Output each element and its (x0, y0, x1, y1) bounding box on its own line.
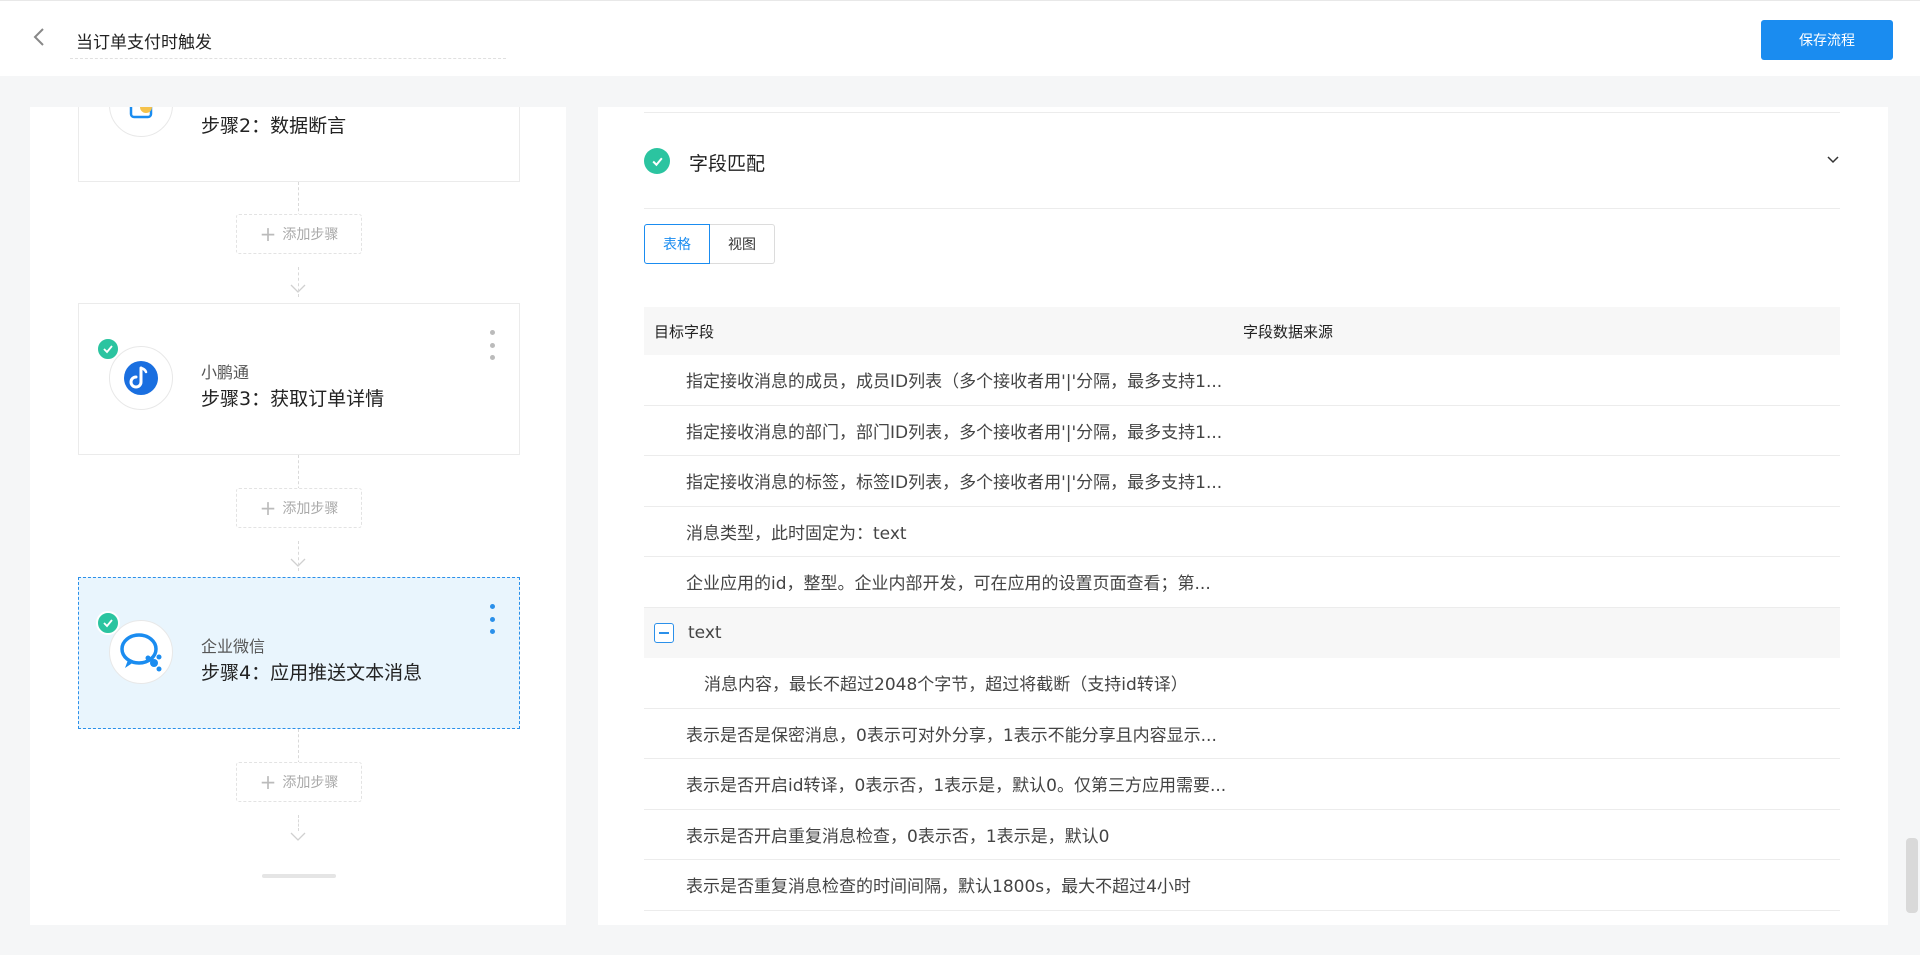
flow-title-input[interactable] (70, 23, 506, 59)
more-options-icon[interactable] (487, 604, 497, 634)
row-label: 表示是否开启id转译，0表示否，1表示是，默认0。仅第三方应用需要... (686, 776, 1227, 797)
flow-canvas: 步骤2：数据断言 + 添加步骤 小鹏通 步骤3：获取订单详情 + 添加步骤 企业… (30, 107, 566, 925)
step-app-name: 小鹏通 (201, 363, 250, 382)
step-name: 步骤4：应用推送文本消息 (201, 662, 423, 684)
top-bar: 保存流程 (0, 0, 1920, 76)
table-row[interactable]: 企业应用的id，整型。企业内部开发，可在应用的设置页面查看；第... (644, 557, 1840, 608)
view-mode-toggle: 表格 视图 (644, 224, 775, 264)
scroll-indicator[interactable] (262, 874, 336, 878)
row-label: 指定接收消息的部门，部门ID列表，多个接收者用'|'分隔，最多支持1... (686, 422, 1223, 443)
more-options-icon[interactable] (487, 330, 497, 360)
column-header-data-source: 字段数据来源 (1243, 322, 1334, 341)
row-label: 指定接收消息的成员，成员ID列表（多个接收者用'|'分隔，最多支持1... (686, 372, 1223, 393)
wecom-icon (120, 633, 162, 672)
step-app-name: 企业微信 (201, 637, 266, 656)
row-label: 消息类型，此时固定为：text (686, 523, 907, 544)
step-icon (109, 107, 173, 137)
add-step-button[interactable]: + 添加步骤 (236, 488, 362, 528)
row-label: 表示是否是保密消息，0表示可对外分享，1表示不能分享且内容显示... (686, 725, 1217, 746)
step-card-3[interactable]: 小鹏通 步骤3：获取订单详情 (78, 303, 520, 455)
connector-line (298, 541, 299, 571)
column-header-target-field: 目标字段 (654, 322, 715, 341)
add-step-label: 添加步骤 (282, 501, 339, 517)
field-mapping-table: 目标字段 字段数据来源 指定接收消息的成员，成员ID列表（多个接收者用'|'分隔… (644, 307, 1840, 911)
plus-icon: + (259, 222, 277, 246)
tab-view[interactable]: 视图 (710, 224, 775, 264)
table-row[interactable]: 指定接收消息的部门，部门ID列表，多个接收者用'|'分隔，最多支持1... (644, 406, 1840, 456)
row-label: 消息内容，最长不超过2048个字节，超过将截断（支持id转译） (704, 675, 1188, 696)
row-label: 企业应用的id，整型。企业内部开发，可在应用的设置页面查看；第... (686, 574, 1211, 595)
step-name: 步骤3：获取订单详情 (201, 388, 385, 410)
plus-icon: + (259, 496, 277, 520)
add-step-label: 添加步骤 (282, 775, 339, 791)
table-row[interactable]: 消息内容，最长不超过2048个字节，超过将截断（支持id转译） (644, 658, 1840, 709)
plus-icon: + (259, 770, 277, 794)
add-step-button[interactable]: + 添加步骤 (236, 214, 362, 254)
step-name: 步骤2：数据断言 (201, 115, 347, 137)
data-assert-icon (129, 107, 153, 119)
back-arrow-icon[interactable] (26, 23, 54, 51)
tab-table[interactable]: 表格 (644, 224, 710, 264)
section-title: 字段匹配 (689, 153, 766, 175)
row-label: 指定接收消息的标签，标签ID列表，多个接收者用'|'分隔，最多支持1... (686, 473, 1223, 494)
step-icon (109, 620, 173, 684)
page-scrollbar[interactable] (1906, 838, 1918, 913)
save-flow-button[interactable]: 保存流程 (1761, 20, 1893, 60)
table-group-row[interactable]: text (644, 607, 1840, 658)
table-row[interactable]: 指定接收消息的标签，标签ID列表，多个接收者用'|'分隔，最多支持1... (644, 456, 1840, 507)
table-row[interactable]: 表示是否开启id转译，0表示否，1表示是，默认0。仅第三方应用需要... (644, 759, 1840, 810)
table-header: 目标字段 字段数据来源 (644, 307, 1840, 355)
step-card-2[interactable]: 步骤2：数据断言 (78, 107, 520, 182)
connector-line (298, 267, 299, 297)
chevron-down-icon[interactable] (1826, 153, 1840, 167)
row-label: 表示是否重复消息检查的时间间隔，默认1800s，最大不超过4小时 (686, 877, 1191, 898)
add-step-label: 添加步骤 (282, 227, 339, 243)
add-step-button[interactable]: + 添加步骤 (236, 762, 362, 802)
divider (644, 112, 1840, 113)
divider (644, 208, 1840, 209)
step-icon (109, 346, 173, 410)
connector-line (298, 815, 299, 831)
check-icon (644, 148, 670, 174)
row-label: text (688, 622, 722, 643)
table-row[interactable]: 消息类型，此时固定为：text (644, 507, 1840, 557)
table-row[interactable]: 表示是否开启重复消息检查，0表示否，1表示是，默认0 (644, 810, 1840, 860)
row-label: 表示是否开启重复消息检查，0表示否，1表示是，默认0 (686, 826, 1110, 847)
table-row[interactable]: 表示是否重复消息检查的时间间隔，默认1800s，最大不超过4小时 (644, 860, 1840, 911)
field-mapping-section-header[interactable]: 字段匹配 (644, 133, 1840, 183)
step-card-4[interactable]: 企业微信 步骤4：应用推送文本消息 (78, 577, 520, 729)
collapse-icon[interactable] (654, 622, 674, 643)
chevron-down-icon (290, 832, 306, 841)
table-row[interactable]: 指定接收消息的成员，成员ID列表（多个接收者用'|'分隔，最多支持1... (644, 355, 1840, 406)
xiaoetong-icon (124, 361, 158, 395)
step-detail-panel: 字段匹配 表格 视图 目标字段 字段数据来源 指定接收消息的成员，成员ID列表（… (598, 107, 1888, 925)
table-row[interactable]: 表示是否是保密消息，0表示可对外分享，1表示不能分享且内容显示... (644, 709, 1840, 759)
